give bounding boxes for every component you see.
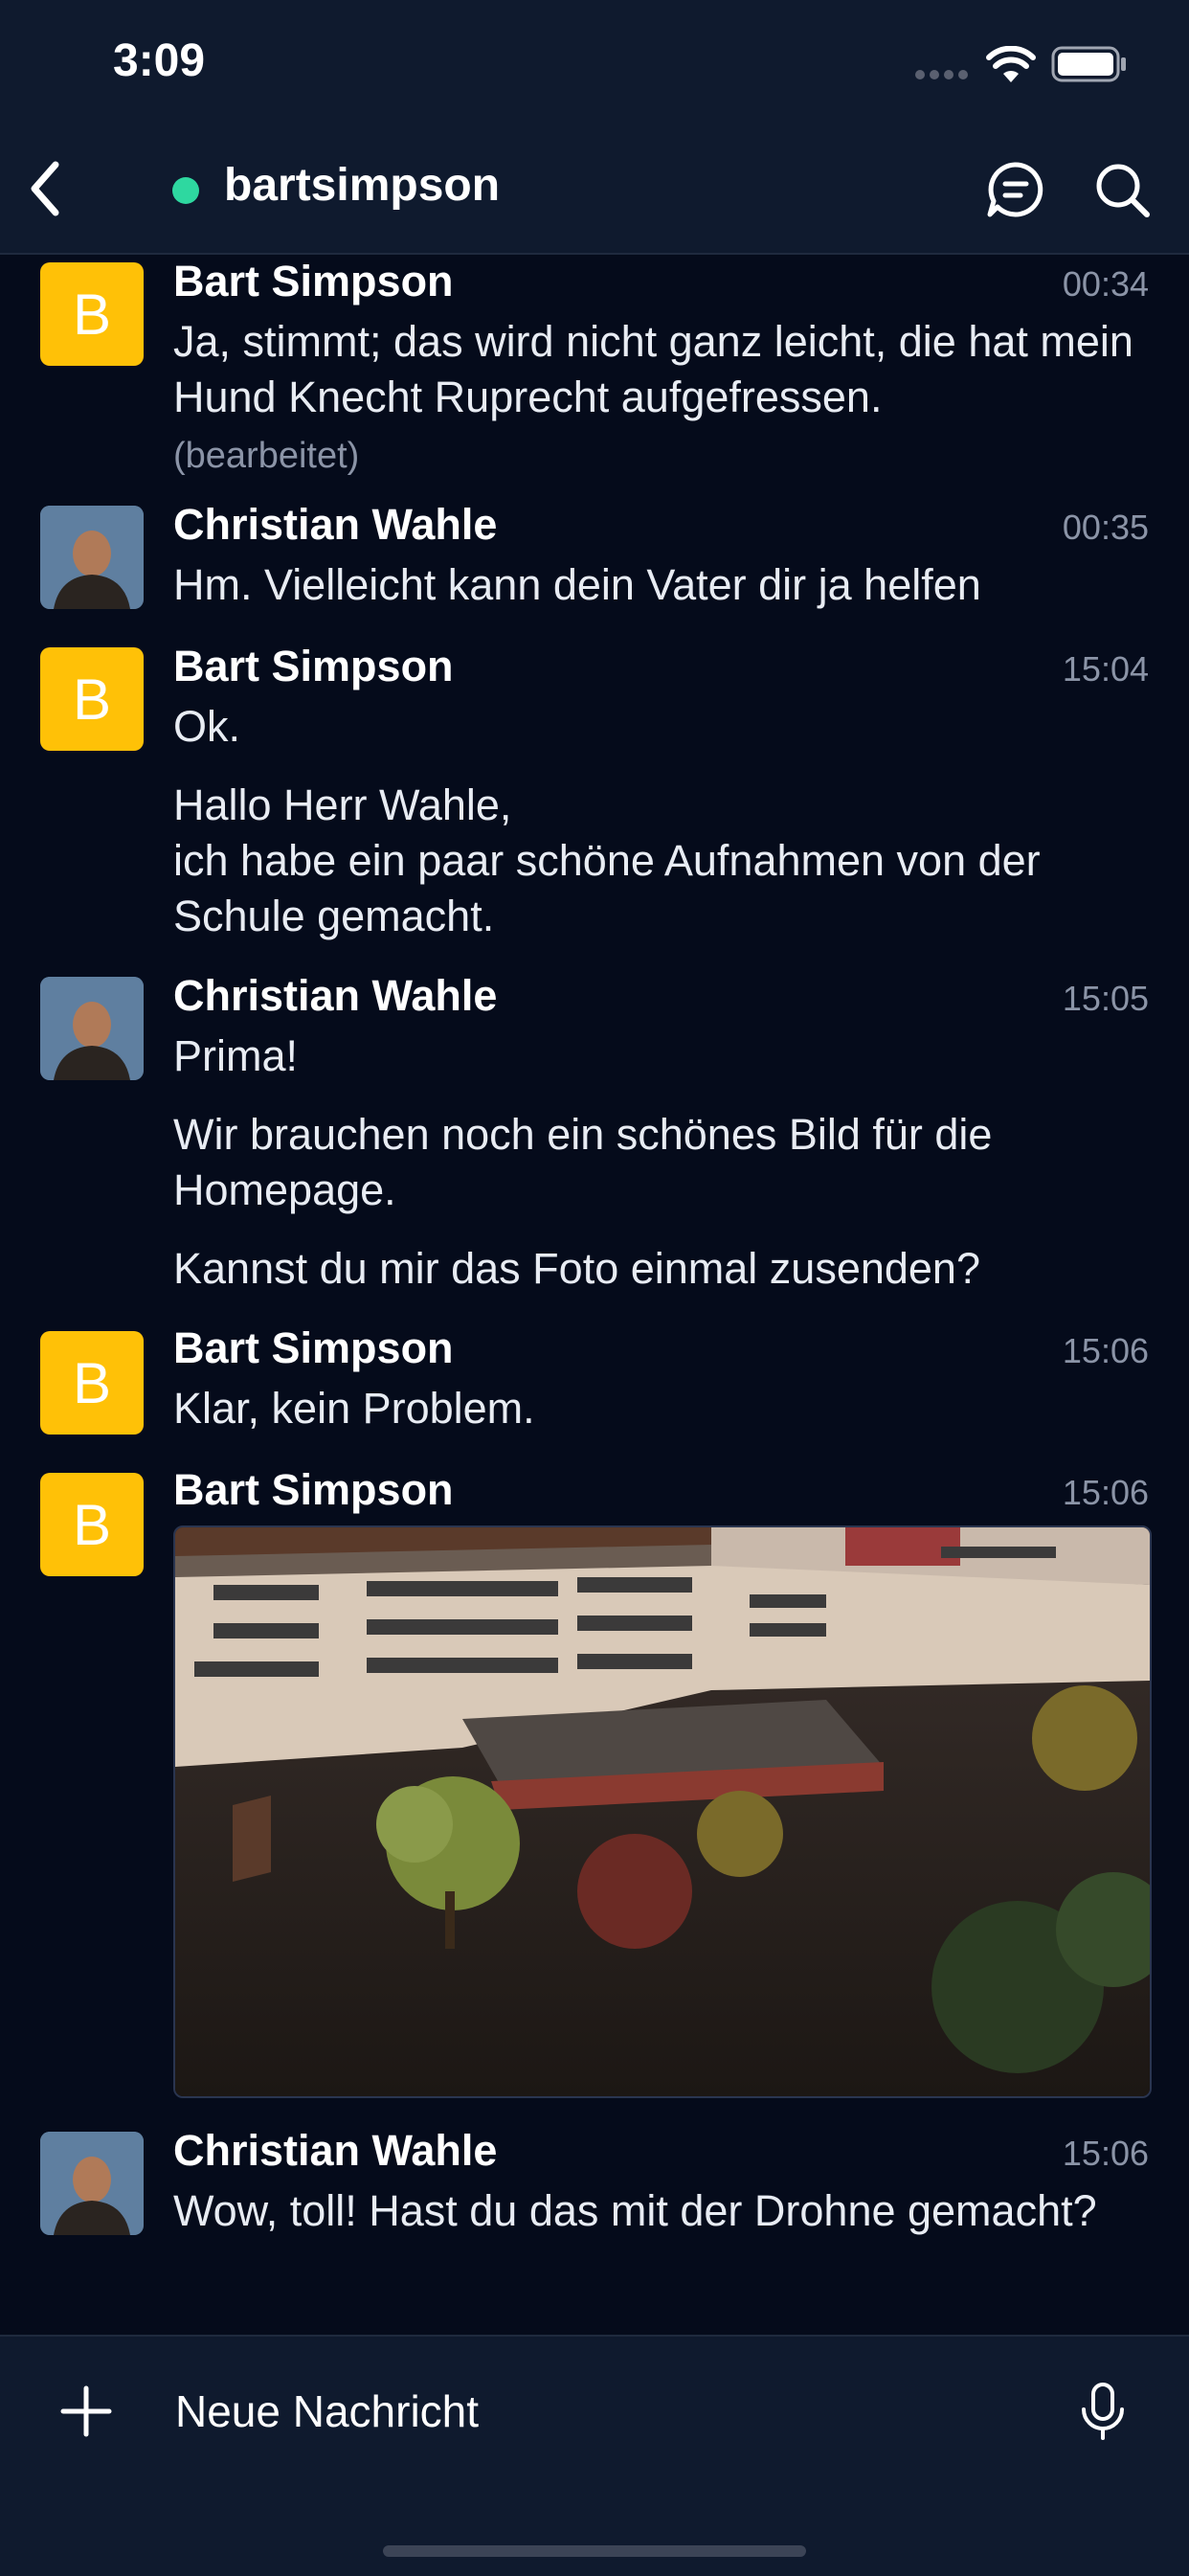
chat-header: bartsimpson (0, 124, 1189, 255)
message-text: Klar, kein Problem. (173, 1384, 535, 1433)
person-photo-icon (40, 977, 144, 1080)
message-text: Ja, stimmt; das wird nicht ganz leicht, … (173, 314, 1140, 484)
message-text: Kannst du mir das Foto einmal zusenden? (173, 1244, 980, 1293)
school-photo-image (175, 1527, 1150, 2096)
message-time: 15:06 (1062, 1473, 1149, 1512)
message-time: 15:06 (1062, 2134, 1149, 2173)
wifi-icon (986, 46, 1036, 82)
message-text: Wir brauchen noch ein schönes Bild für d… (173, 1110, 993, 1214)
message-input[interactable] (173, 2377, 1020, 2446)
message-text: Wow, toll! Hast du das mit der Drohne ge… (173, 2186, 1097, 2235)
message-time: 00:35 (1062, 508, 1149, 547)
message-body: Ja, stimmt; das wird nicht ganz leicht, … (173, 317, 1133, 421)
message-text: Prima! (173, 1031, 299, 1080)
photo-attachment[interactable] (173, 1525, 1152, 2098)
avatar-bart[interactable]: B (40, 262, 144, 366)
message-time: 15:06 (1062, 1331, 1149, 1370)
message-sender[interactable]: Christian Wahle (173, 971, 497, 1021)
chat-title[interactable]: bartsimpson (224, 159, 500, 212)
person-photo-icon (40, 506, 144, 609)
status-bar: 3:09 (0, 0, 1189, 124)
home-indicator (383, 2545, 806, 2557)
message-time: 00:34 (1062, 264, 1149, 304)
back-chevron-icon[interactable] (19, 155, 77, 222)
message-text: Hm. Vielleicht kann dein Vater dir ja he… (173, 560, 981, 609)
plus-icon[interactable] (57, 2383, 115, 2440)
search-icon[interactable] (1091, 159, 1153, 220)
status-time: 3:09 (113, 35, 206, 86)
message-sender[interactable]: Bart Simpson (173, 642, 454, 691)
battery-icon (1051, 46, 1126, 82)
message-sender[interactable]: Christian Wahle (173, 500, 497, 550)
edited-label: (bearbeitet) (173, 436, 360, 476)
avatar-bart[interactable]: B (40, 1473, 144, 1576)
online-status-dot (172, 177, 199, 204)
message-sender[interactable]: Bart Simpson (173, 1465, 454, 1515)
message-sender[interactable]: Christian Wahle (173, 2126, 497, 2176)
message-composer (0, 2335, 1189, 2576)
avatar-bart[interactable]: B (40, 647, 144, 751)
cellular-signal-icon (915, 70, 968, 79)
message-time: 15:04 (1062, 649, 1149, 689)
avatar-bart[interactable]: B (40, 1331, 144, 1435)
avatar-christian[interactable] (40, 506, 144, 609)
message-text: Hallo Herr Wahle, ich habe ein paar schö… (173, 780, 1041, 940)
person-photo-icon (40, 2132, 144, 2235)
avatar-christian[interactable] (40, 2132, 144, 2235)
microphone-icon[interactable] (1076, 2381, 1130, 2442)
avatar-christian[interactable] (40, 977, 144, 1080)
message-sender[interactable]: Bart Simpson (173, 257, 454, 306)
message-text: Ok. (173, 702, 241, 751)
message-time: 15:05 (1062, 979, 1149, 1018)
threads-icon[interactable] (984, 159, 1045, 220)
message-sender[interactable]: Bart Simpson (173, 1323, 454, 1373)
